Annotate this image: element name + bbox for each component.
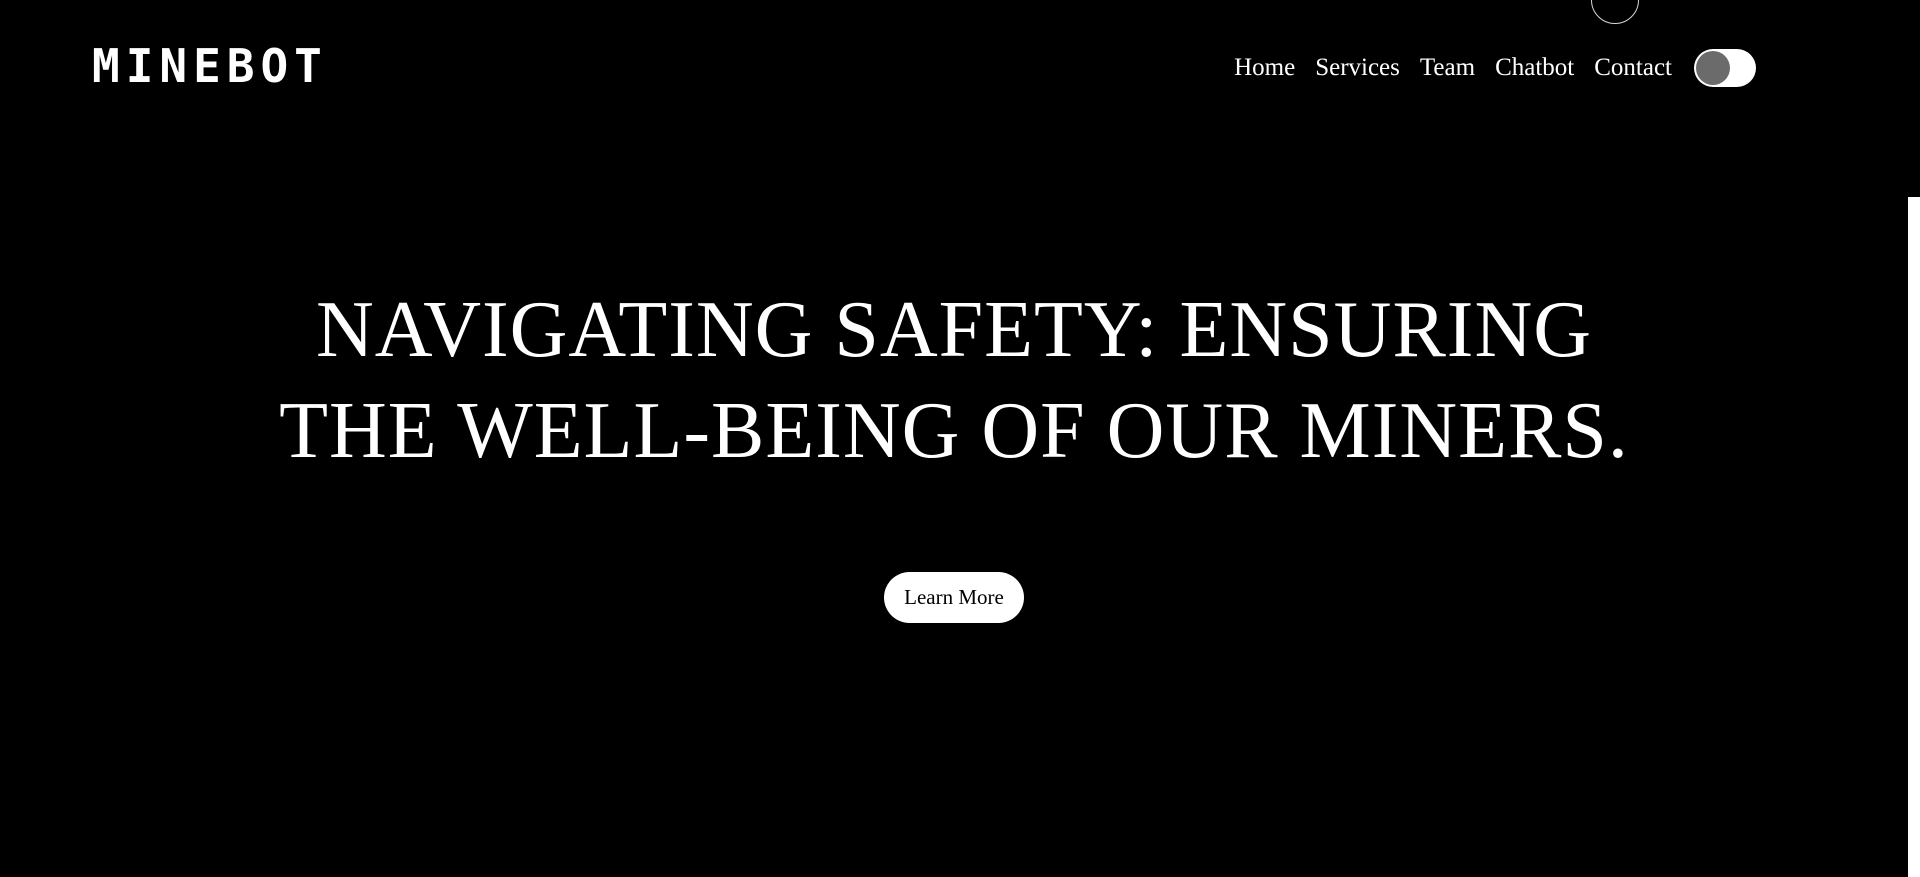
learn-more-button[interactable]: Learn More (884, 572, 1024, 623)
hero-title-line-2: THE WELL-BEING OF OUR MINERS. (279, 387, 1629, 475)
site-logo[interactable]: MINEBOT (92, 40, 328, 92)
hero-section: NAVIGATING SAFETY: ENSURING THE WELL-BEI… (0, 280, 1908, 623)
nav-link-services[interactable]: Services (1315, 48, 1400, 88)
site-header: MINEBOT Home Services Team Chatbot Conta… (0, 0, 1920, 140)
theme-toggle[interactable] (1694, 49, 1756, 87)
nav-link-team[interactable]: Team (1420, 48, 1475, 88)
hero-title-line-1: NAVIGATING SAFETY: ENSURING (316, 286, 1592, 374)
nav-link-home[interactable]: Home (1234, 48, 1295, 88)
main-nav: Home Services Team Chatbot Contact (1234, 48, 1756, 88)
hero-title: NAVIGATING SAFETY: ENSURING THE WELL-BEI… (0, 280, 1908, 482)
theme-toggle-knob (1696, 51, 1730, 85)
page-scrollbar[interactable] (1908, 197, 1920, 877)
nav-link-chatbot[interactable]: Chatbot (1495, 48, 1574, 88)
nav-link-contact[interactable]: Contact (1594, 48, 1672, 88)
